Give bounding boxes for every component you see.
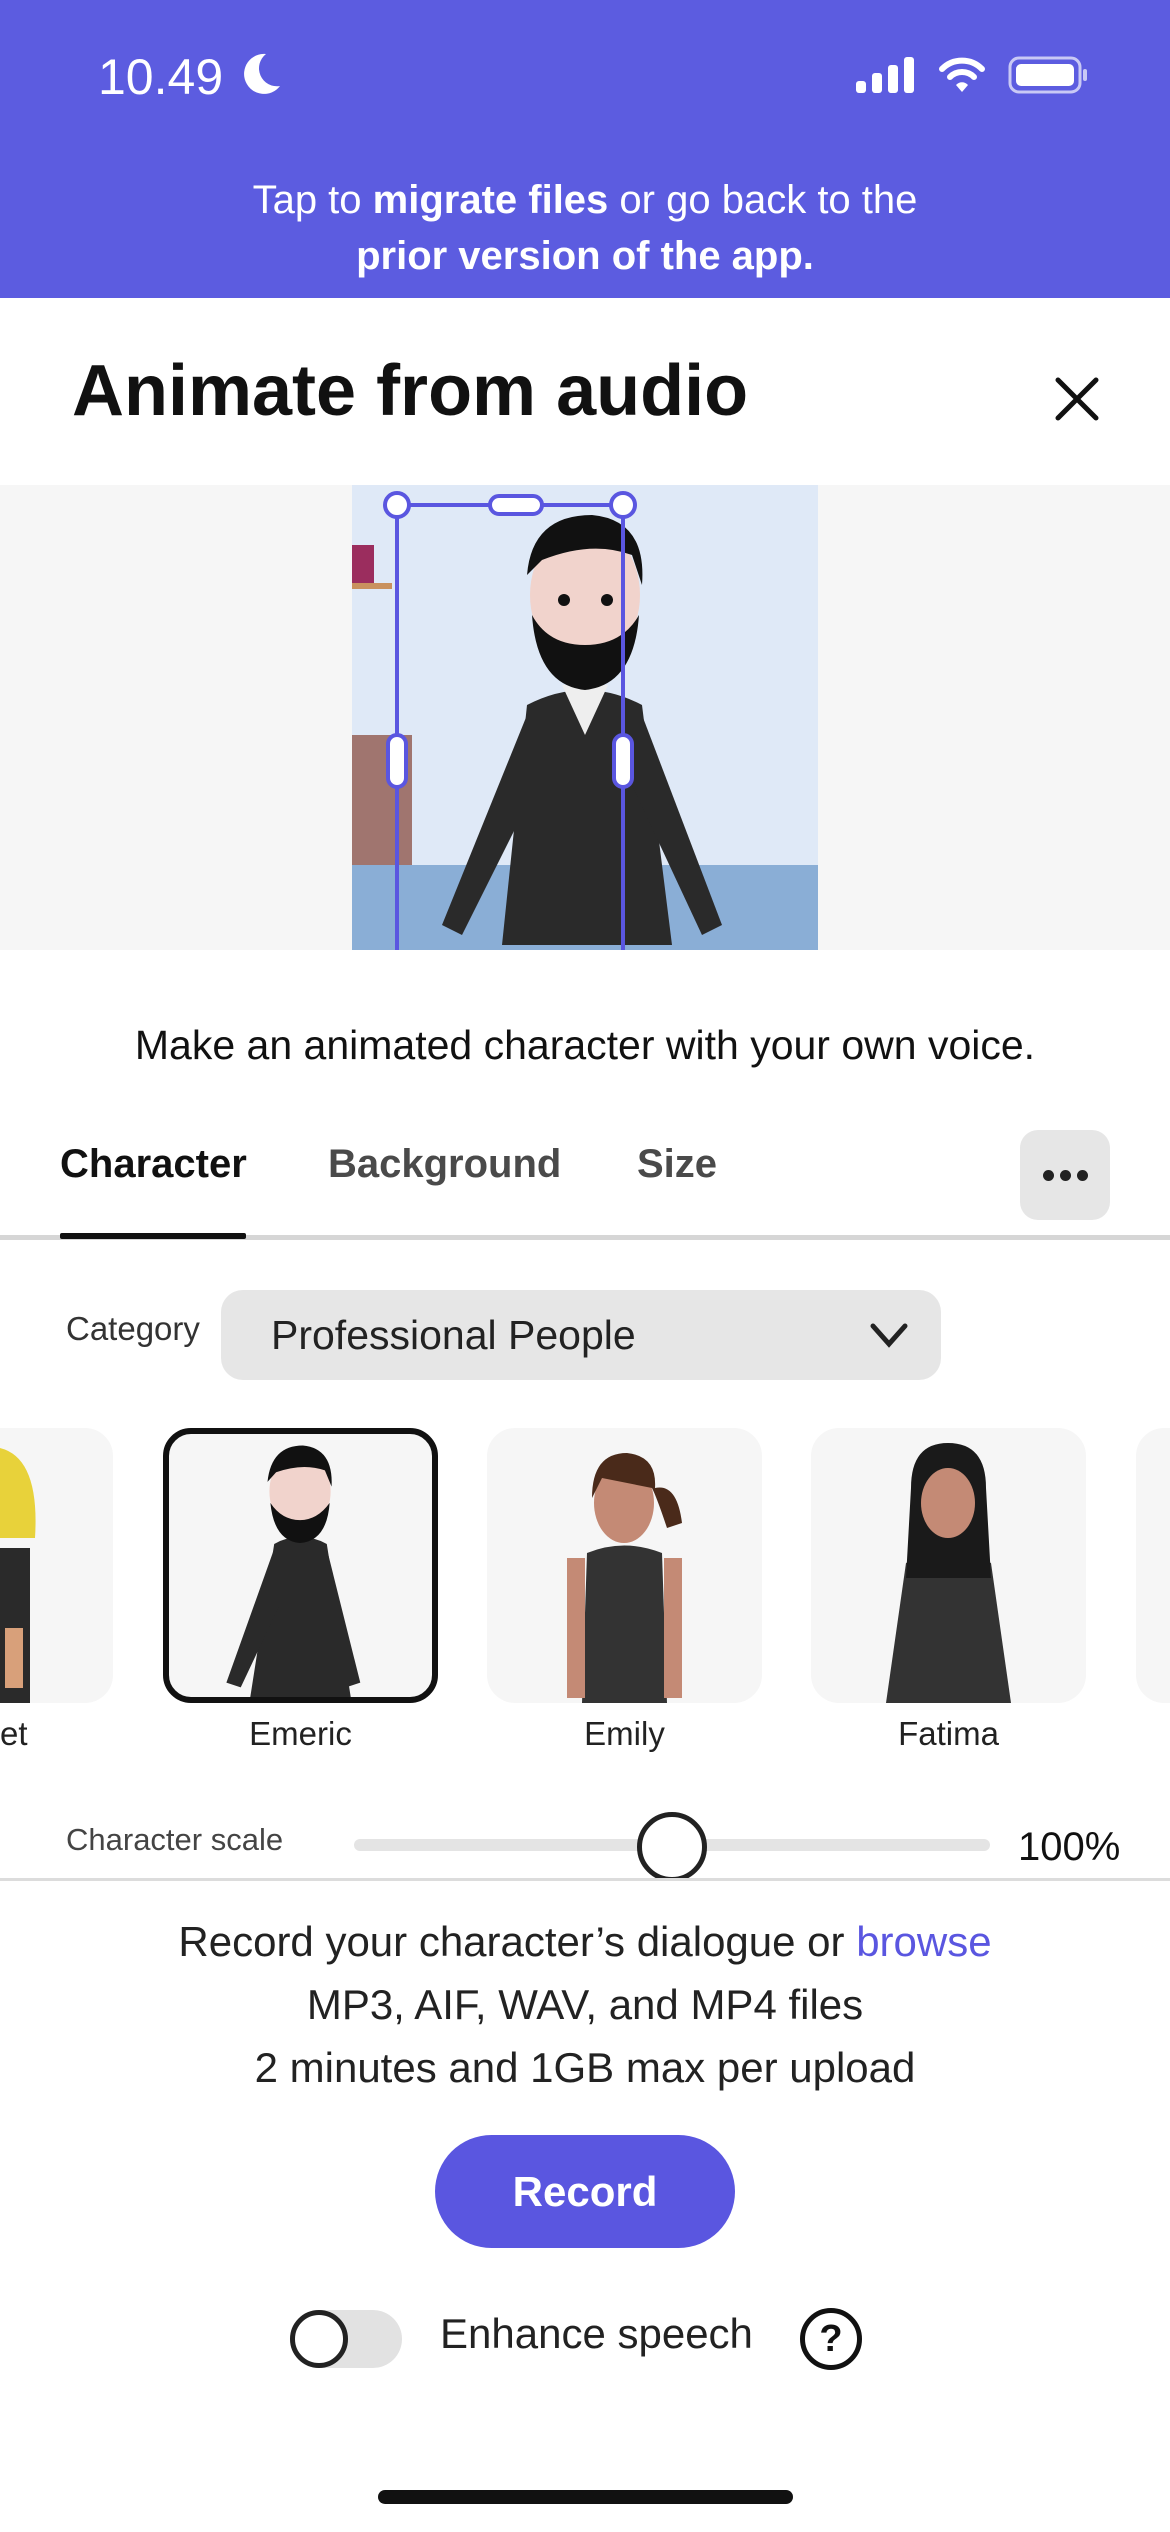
character-name: Fatima [898,1715,999,1752]
status-icons [856,56,1090,94]
banner-pre: Tap to [252,178,373,222]
category-dropdown[interactable]: Professional People [221,1290,941,1380]
wifi-icon [939,57,985,92]
battery-icon [1008,56,1087,94]
home-indicator [378,2490,793,2504]
toggle-knob [290,2310,348,2368]
scale-slider-thumb[interactable] [637,1812,707,1882]
character-card[interactable] [811,1428,1086,1703]
character-preview[interactable] [352,485,818,950]
upload-line-1: Record your character’s dialogue or brow… [0,1918,1170,1966]
moon-icon [244,53,280,94]
banner-mid: or go back to the [608,178,918,222]
character-name: Emeric [249,1715,352,1752]
active-tab-indicator [60,1233,246,1239]
help-icon[interactable]: ? [800,2308,862,2370]
selection-box[interactable] [352,485,818,950]
enhance-speech-toggle[interactable] [290,2310,402,2368]
migrate-banner[interactable]: 10.49 Tap to migrate files or go back to… [0,0,1170,298]
subtitle: Make an animated character with your own… [134,1022,1036,1068]
scale-label: Character scale [66,1822,284,1857]
enhance-speech-label: Enhance speech [440,2310,753,2357]
category-value: Professional People [271,1312,636,1358]
tab-size[interactable]: Size [637,1142,717,1187]
migrate-files-link[interactable]: migrate files [373,178,609,222]
character-card[interactable] [487,1428,762,1703]
upload-line-2: MP3, AIF, WAV, and MP4 files [306,1981,864,2028]
browse-link[interactable]: browse [856,1918,991,1965]
more-button[interactable] [1020,1130,1110,1220]
signal-icon [856,57,914,93]
ellipsis-icon [1042,1169,1054,1181]
character-card[interactable] [1136,1428,1170,1703]
category-label: Category [66,1310,200,1347]
scale-value: 100% [1018,1825,1121,1869]
prior-version-link[interactable]: prior version of the app. [356,234,814,278]
banner-text[interactable]: Tap to migrate files or go back to the p… [0,172,1170,284]
character-card-selected[interactable] [163,1428,438,1703]
chevron-down-icon [870,1323,908,1348]
character-name: et [0,1715,28,1752]
upload-line-3: 2 minutes and 1GB max per upload [254,2044,916,2091]
tab-background[interactable]: Background [328,1142,561,1187]
tab-character[interactable]: Character [60,1142,247,1187]
character-card[interactable] [0,1428,113,1703]
page-title: Animate from audio [72,351,749,431]
status-time: 10.49 [98,49,224,105]
character-name: Emily [584,1715,665,1752]
upload-text: Record your character’s dialogue or [178,1918,857,1965]
close-icon[interactable] [1050,372,1104,426]
record-button[interactable]: Record [435,2135,735,2248]
